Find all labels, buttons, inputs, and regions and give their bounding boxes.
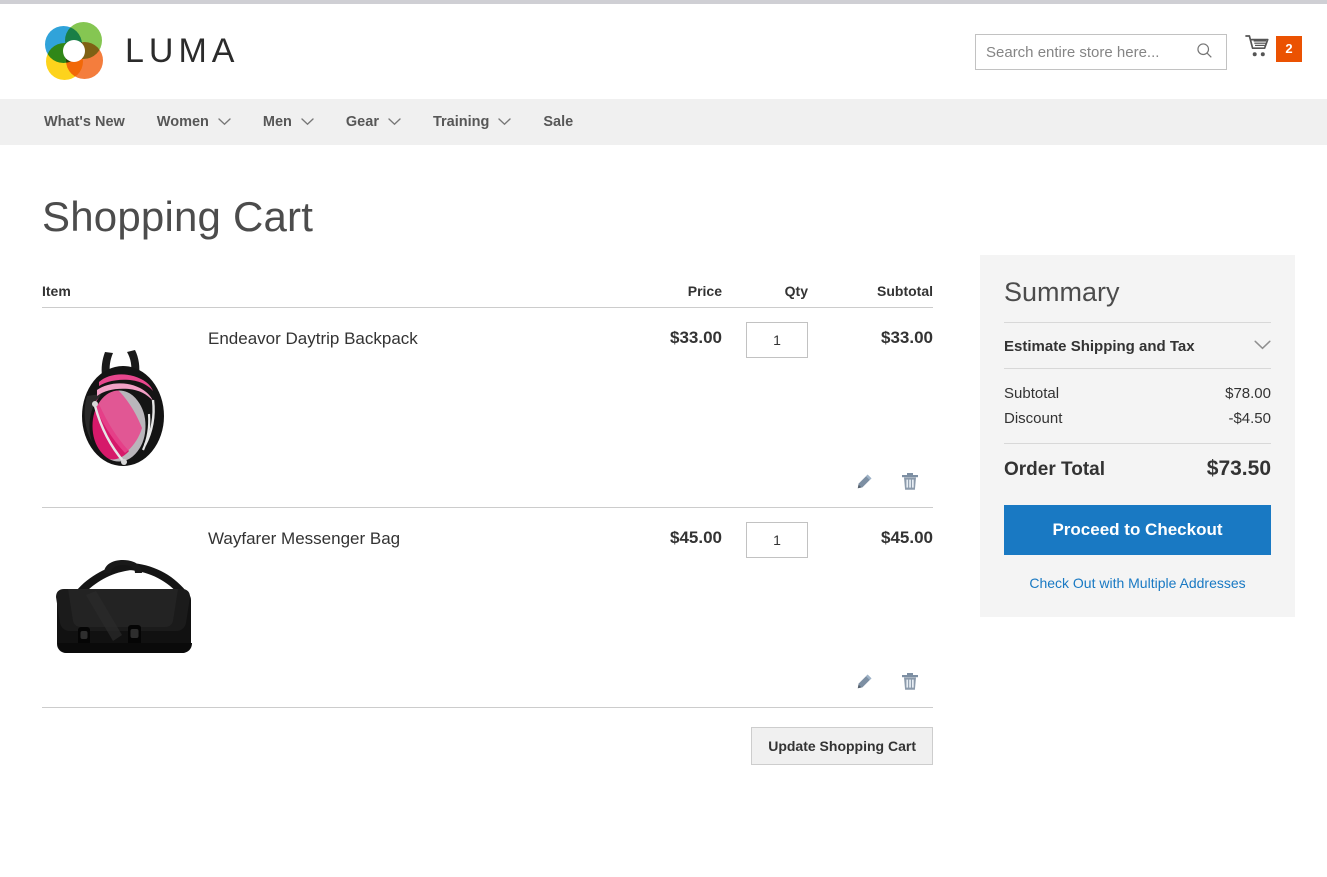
nav-label: Men — [262, 114, 292, 130]
nav-item-training[interactable]: Training — [432, 114, 512, 130]
nav-label: Training — [432, 114, 490, 130]
column-header-item: Item — [42, 283, 71, 299]
multiple-addresses-link[interactable]: Check Out with Multiple Addresses — [1004, 575, 1271, 591]
order-total-value: $73.50 — [1206, 457, 1271, 480]
nav-item-men[interactable]: Men — [263, 114, 314, 130]
cell-item: Endeavor Daytrip Backpack — [42, 322, 602, 472]
site-header: LUMA Search entire store here... 2 — [0, 4, 1327, 99]
cell-subtotal: $33.00 — [881, 328, 933, 347]
page-title: Shopping Cart — [42, 193, 314, 241]
search-box[interactable] — [975, 34, 1227, 70]
shopping-cart-page: LUMA Search entire store here... 2 What'… — [0, 0, 1327, 877]
totals-list: Subtotal $78.00 Discount -$4.50 — [1004, 369, 1271, 431]
product-name-link[interactable]: Endeavor Daytrip Backpack — [208, 322, 418, 350]
table-row: Wayfarer Messenger Bag $45.00 $45.00 — [42, 508, 933, 708]
chevron-down-icon — [388, 118, 401, 126]
cell-item: Wayfarer Messenger Bag — [42, 522, 602, 672]
cell-price: $33.00 — [670, 328, 722, 347]
nav-label: What's New — [44, 114, 125, 130]
discount-value: -$4.50 — [1228, 410, 1271, 427]
chevron-down-icon — [218, 118, 231, 126]
column-header-price: Price — [687, 283, 722, 299]
luma-logo-link[interactable]: LUMA — [45, 22, 239, 80]
search-icon — [1196, 42, 1213, 62]
cell-qty — [722, 522, 822, 672]
discount-label: Discount — [1004, 410, 1063, 427]
row-actions — [42, 670, 933, 707]
order-total-line: Order Total $73.50 — [1004, 444, 1271, 483]
product-name-link[interactable]: Wayfarer Messenger Bag — [208, 522, 400, 550]
nav-label: Gear — [345, 114, 379, 130]
nav-label: Women — [156, 114, 209, 130]
row-actions — [42, 470, 933, 507]
qty-input[interactable] — [746, 322, 808, 358]
shopping-cart-icon — [1245, 34, 1272, 63]
proceed-to-checkout-button[interactable]: Proceed to Checkout — [1004, 505, 1271, 555]
cart-count-badge: 2 — [1276, 35, 1302, 62]
nav-item-women[interactable]: Women — [157, 114, 231, 130]
pencil-edit-icon — [855, 474, 873, 494]
cell-price: $45.00 — [670, 528, 722, 547]
chevron-down-icon — [1254, 337, 1271, 355]
chevron-down-icon — [498, 118, 512, 126]
search-button[interactable] — [1184, 35, 1224, 69]
product-image-backpack[interactable] — [42, 322, 208, 472]
delete-item-button[interactable] — [899, 470, 921, 493]
update-shopping-cart-button[interactable]: Update Shopping Cart — [751, 727, 933, 765]
order-total-label: Order Total — [1004, 459, 1105, 480]
column-header-subtotal: Subtotal — [877, 283, 933, 299]
qty-input[interactable] — [746, 522, 808, 558]
delete-item-button[interactable] — [899, 670, 921, 693]
cell-subtotal: $45.00 — [881, 528, 933, 547]
edit-item-button[interactable] — [853, 471, 875, 493]
main-navigation: What's New Women Men Gear Training Sale — [0, 99, 1327, 145]
trash-delete-icon — [901, 673, 919, 694]
table-row: Endeavor Daytrip Backpack $33.00 $33.00 — [42, 308, 933, 508]
search-input[interactable] — [976, 35, 1184, 69]
chevron-down-icon — [301, 118, 314, 126]
estimate-shipping-tax-toggle[interactable]: Estimate Shipping and Tax — [1004, 323, 1271, 368]
subtotal-line: Subtotal $78.00 — [1004, 381, 1271, 406]
logo-wordmark: LUMA — [125, 31, 240, 70]
subtotal-label: Subtotal — [1004, 385, 1060, 402]
product-image-messenger-bag[interactable] — [42, 522, 208, 672]
pencil-edit-icon — [855, 674, 873, 694]
column-header-qty: Qty — [784, 283, 808, 299]
table-header-row: Item Price Qty Subtotal — [42, 268, 933, 308]
cell-qty — [722, 322, 822, 472]
nav-item-gear[interactable]: Gear — [346, 114, 401, 130]
nav-item-sale[interactable]: Sale — [543, 114, 573, 130]
edit-item-button[interactable] — [853, 671, 875, 693]
luma-rings-logo-icon — [45, 22, 103, 80]
order-summary-panel: Summary Estimate Shipping and Tax Subtot… — [980, 255, 1295, 617]
nav-item-whats-new[interactable]: What's New — [44, 114, 125, 130]
summary-title: Summary — [1004, 277, 1120, 307]
minicart-button[interactable]: 2 — [1245, 34, 1302, 63]
nav-label: Sale — [543, 114, 574, 130]
trash-delete-icon — [901, 473, 919, 494]
subtotal-value: $78.00 — [1225, 385, 1271, 402]
estimate-label: Estimate Shipping and Tax — [1004, 337, 1195, 355]
discount-line: Discount -$4.50 — [1004, 406, 1271, 431]
cart-items-table: Item Price Qty Subtotal Endeavor Daytrip… — [42, 268, 933, 765]
cart-actions: Update Shopping Cart — [42, 708, 933, 765]
